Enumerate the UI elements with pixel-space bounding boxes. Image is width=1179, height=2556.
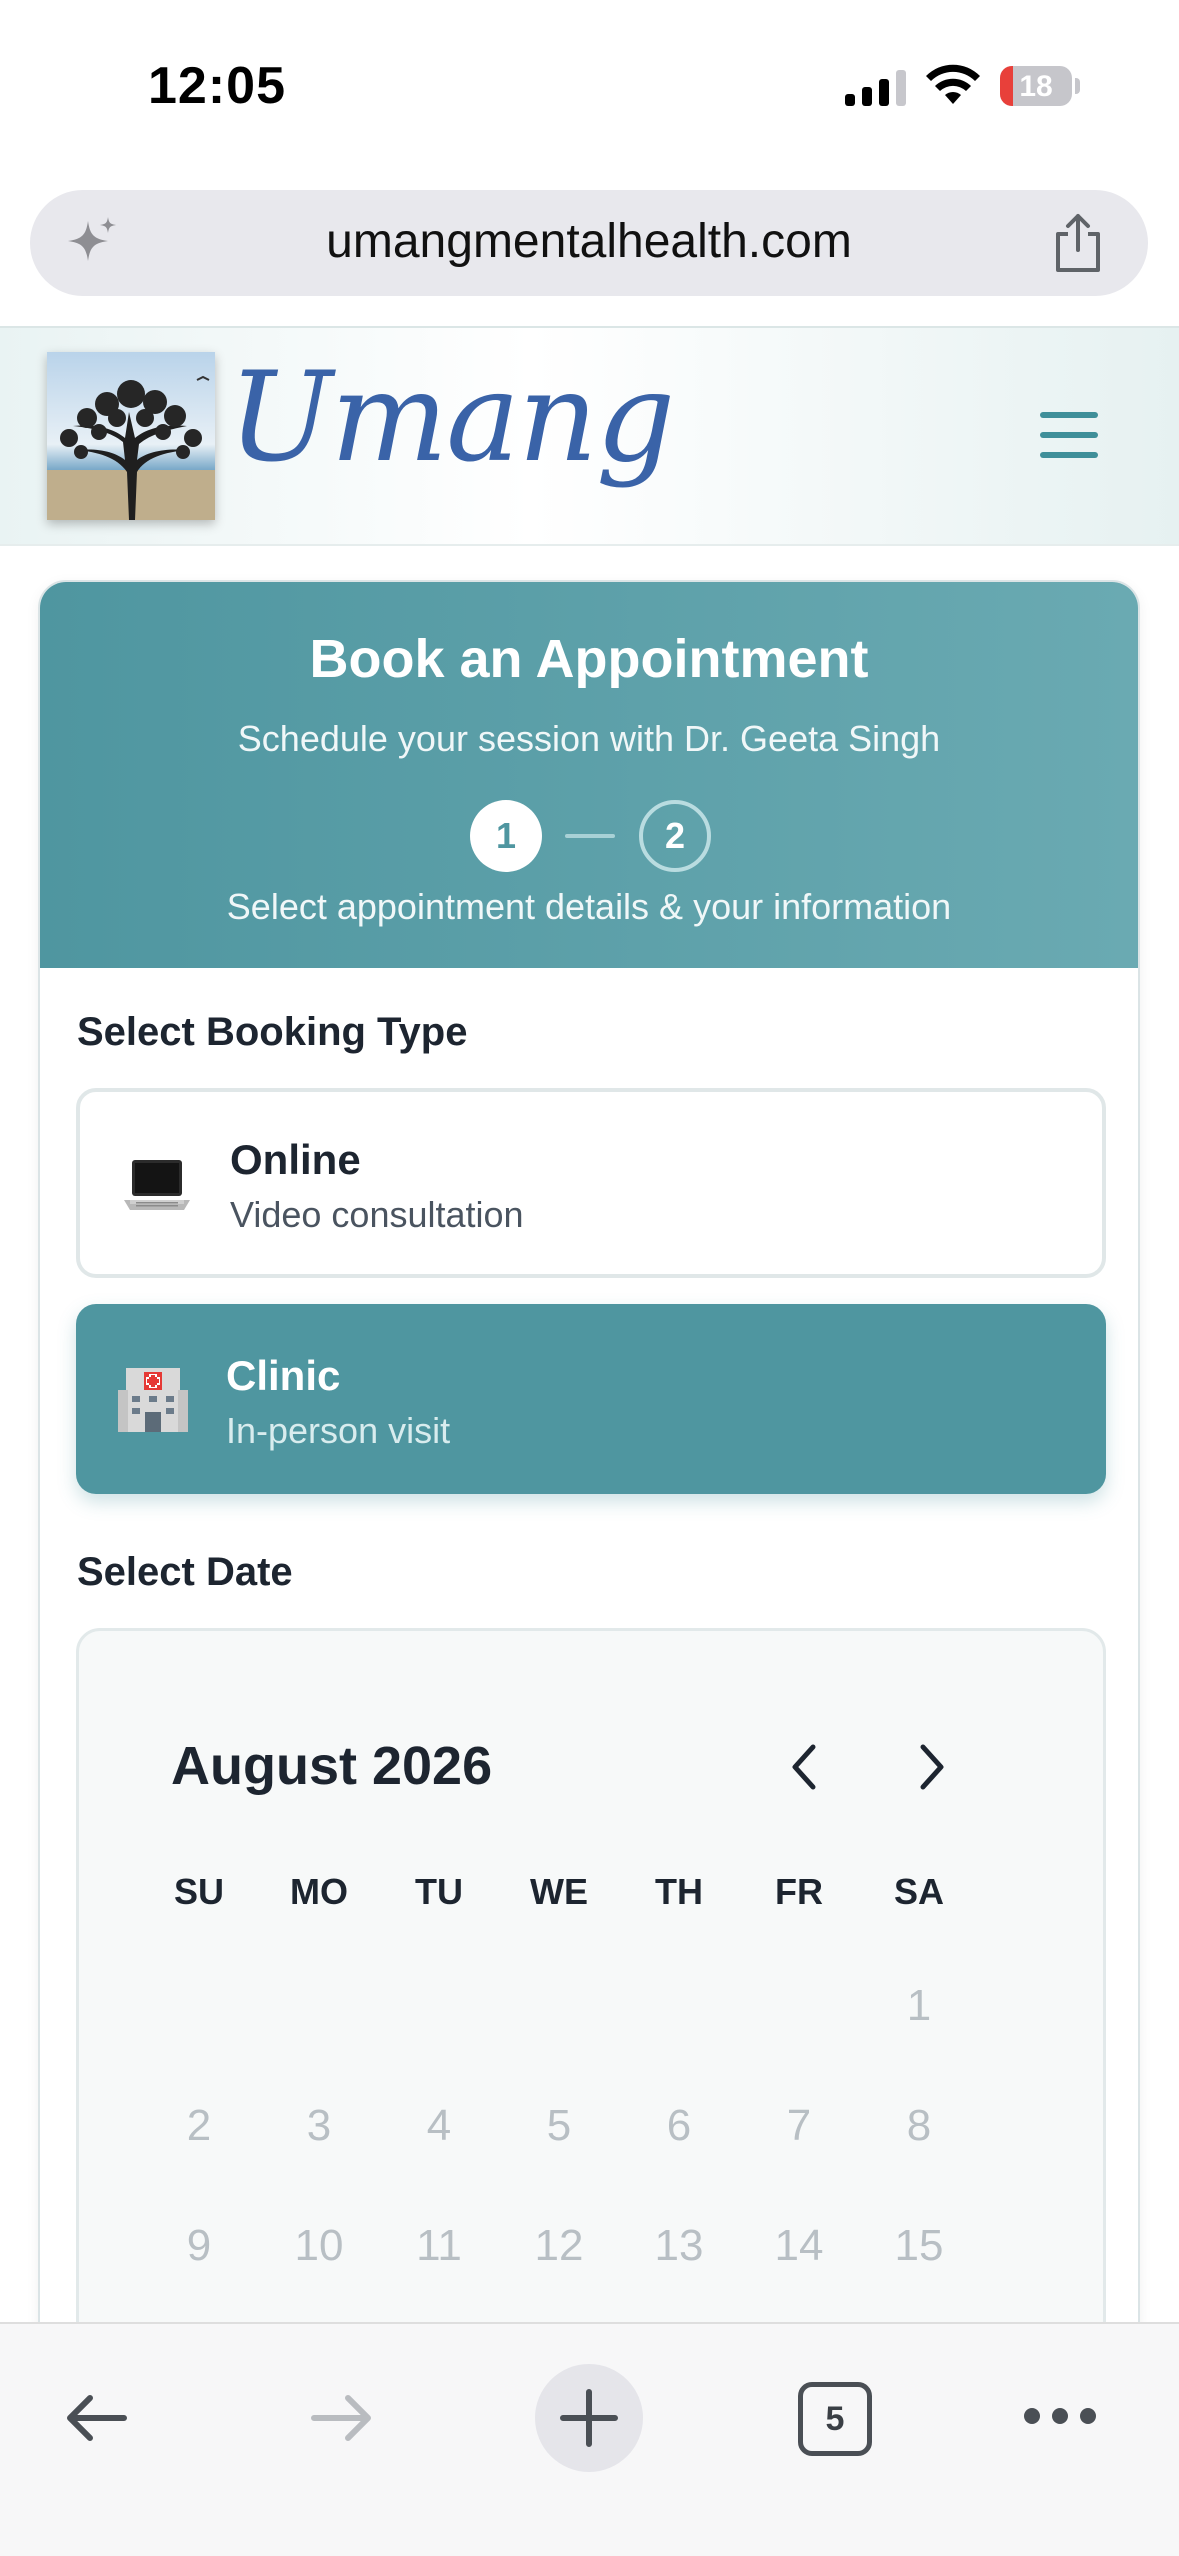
- weekday-label: TH: [655, 1871, 703, 1912]
- option-clinic-description: In-person visit: [226, 1410, 451, 1451]
- step-1-indicator: 1: [470, 800, 542, 872]
- calendar-week: 2 3 4 5 6 7 8: [139, 2101, 979, 2151]
- booking-option-clinic[interactable]: Clinic In-person visit: [76, 1304, 1106, 1494]
- tabs-icon[interactable]: 5: [798, 2382, 872, 2456]
- calendar-day: [499, 1981, 619, 2031]
- step-connector: [565, 834, 615, 838]
- calendar-day: 9: [186, 2221, 212, 2270]
- calendar-day: [139, 1981, 259, 2031]
- back-arrow-icon[interactable]: [60, 2388, 132, 2448]
- logo-tree-image[interactable]: [47, 352, 215, 520]
- calendar-day: 11: [416, 2221, 462, 2270]
- weekday-label: SU: [173, 1871, 224, 1912]
- logo-wordmark[interactable]: Umang: [228, 346, 675, 490]
- select-date-label: Select Date: [77, 1550, 293, 1594]
- site-header: Umang: [0, 326, 1179, 546]
- calendar-day: 8: [906, 2101, 932, 2150]
- status-time: 12:05: [148, 57, 286, 115]
- calendar-day: 10: [294, 2221, 344, 2270]
- weekday-label: SA: [893, 1871, 944, 1912]
- share-icon[interactable]: [1050, 212, 1106, 274]
- calendar-day: [739, 1981, 859, 2031]
- weekday-header: SU MO TU WE TH FR SA: [139, 1871, 979, 1913]
- booking-card: Book an Appointment Schedule your sessio…: [38, 580, 1140, 2556]
- laptop-icon: [124, 1160, 190, 1210]
- weekday-label: TU: [415, 1871, 463, 1912]
- calendar-day: [379, 1981, 499, 2031]
- step-caption: Select appointment details & your inform…: [226, 886, 952, 927]
- battery-tip: [1075, 78, 1080, 94]
- calendar-week: 1: [139, 1981, 979, 2031]
- option-online-title: Online: [230, 1136, 361, 1183]
- chevron-left-icon[interactable]: [779, 1737, 831, 1797]
- calendar-day: 14: [774, 2221, 824, 2270]
- address-bar[interactable]: umangmentalhealth.com: [30, 190, 1148, 296]
- forward-arrow-icon[interactable]: [306, 2388, 378, 2448]
- step-2-indicator: 2: [639, 800, 711, 872]
- weekday-label: MO: [290, 1871, 348, 1912]
- booking-option-online[interactable]: Online Video consultation: [76, 1088, 1106, 1278]
- option-online-description: Video consultation: [230, 1194, 524, 1235]
- calendar-day: 3: [306, 2101, 332, 2150]
- chevron-right-icon[interactable]: [905, 1737, 957, 1797]
- calendar-day: [259, 1981, 379, 2031]
- calendar-day: 7: [786, 2101, 812, 2150]
- calendar-month-title: August 2026: [171, 1736, 493, 1796]
- cellular-signal-icon: [845, 68, 906, 106]
- calendar-day: 15: [894, 2221, 944, 2270]
- calendar-day: 5: [546, 2101, 572, 2150]
- booking-title: Book an Appointment: [309, 629, 869, 689]
- booking-subtitle: Schedule your session with Dr. Geeta Sin…: [237, 718, 941, 759]
- new-tab-button[interactable]: [535, 2364, 643, 2472]
- calendar-day: 4: [426, 2101, 452, 2150]
- battery-icon: 18: [1000, 66, 1072, 106]
- plus-icon: [560, 2389, 618, 2447]
- calendar-day: 13: [654, 2221, 704, 2270]
- calendar-week: 9 10 11 12 13 14 15: [139, 2221, 979, 2271]
- more-icon[interactable]: [1024, 2408, 1096, 2432]
- calendar-day: [619, 1981, 739, 2031]
- booking-type-label: Select Booking Type: [77, 1010, 468, 1054]
- wifi-icon: [926, 64, 980, 104]
- calendar-day: 12: [534, 2221, 584, 2270]
- url-text[interactable]: umangmentalhealth.com: [30, 214, 1148, 269]
- weekday-label: FR: [775, 1871, 823, 1912]
- hospital-icon: [118, 1368, 188, 1432]
- weekday-label: WE: [530, 1871, 588, 1912]
- hamburger-menu-icon[interactable]: [1040, 412, 1098, 458]
- calendar-day: 6: [666, 2101, 692, 2150]
- status-bar: 12:05 18: [0, 0, 1179, 170]
- calendar-day: 2: [186, 2101, 212, 2150]
- option-clinic-title: Clinic: [226, 1352, 341, 1399]
- browser-toolbar: 5: [0, 2322, 1179, 2556]
- battery-level: 18: [1019, 70, 1053, 103]
- booking-header: Book an Appointment Schedule your sessio…: [40, 582, 1138, 968]
- calendar-day: 1: [906, 1981, 932, 2030]
